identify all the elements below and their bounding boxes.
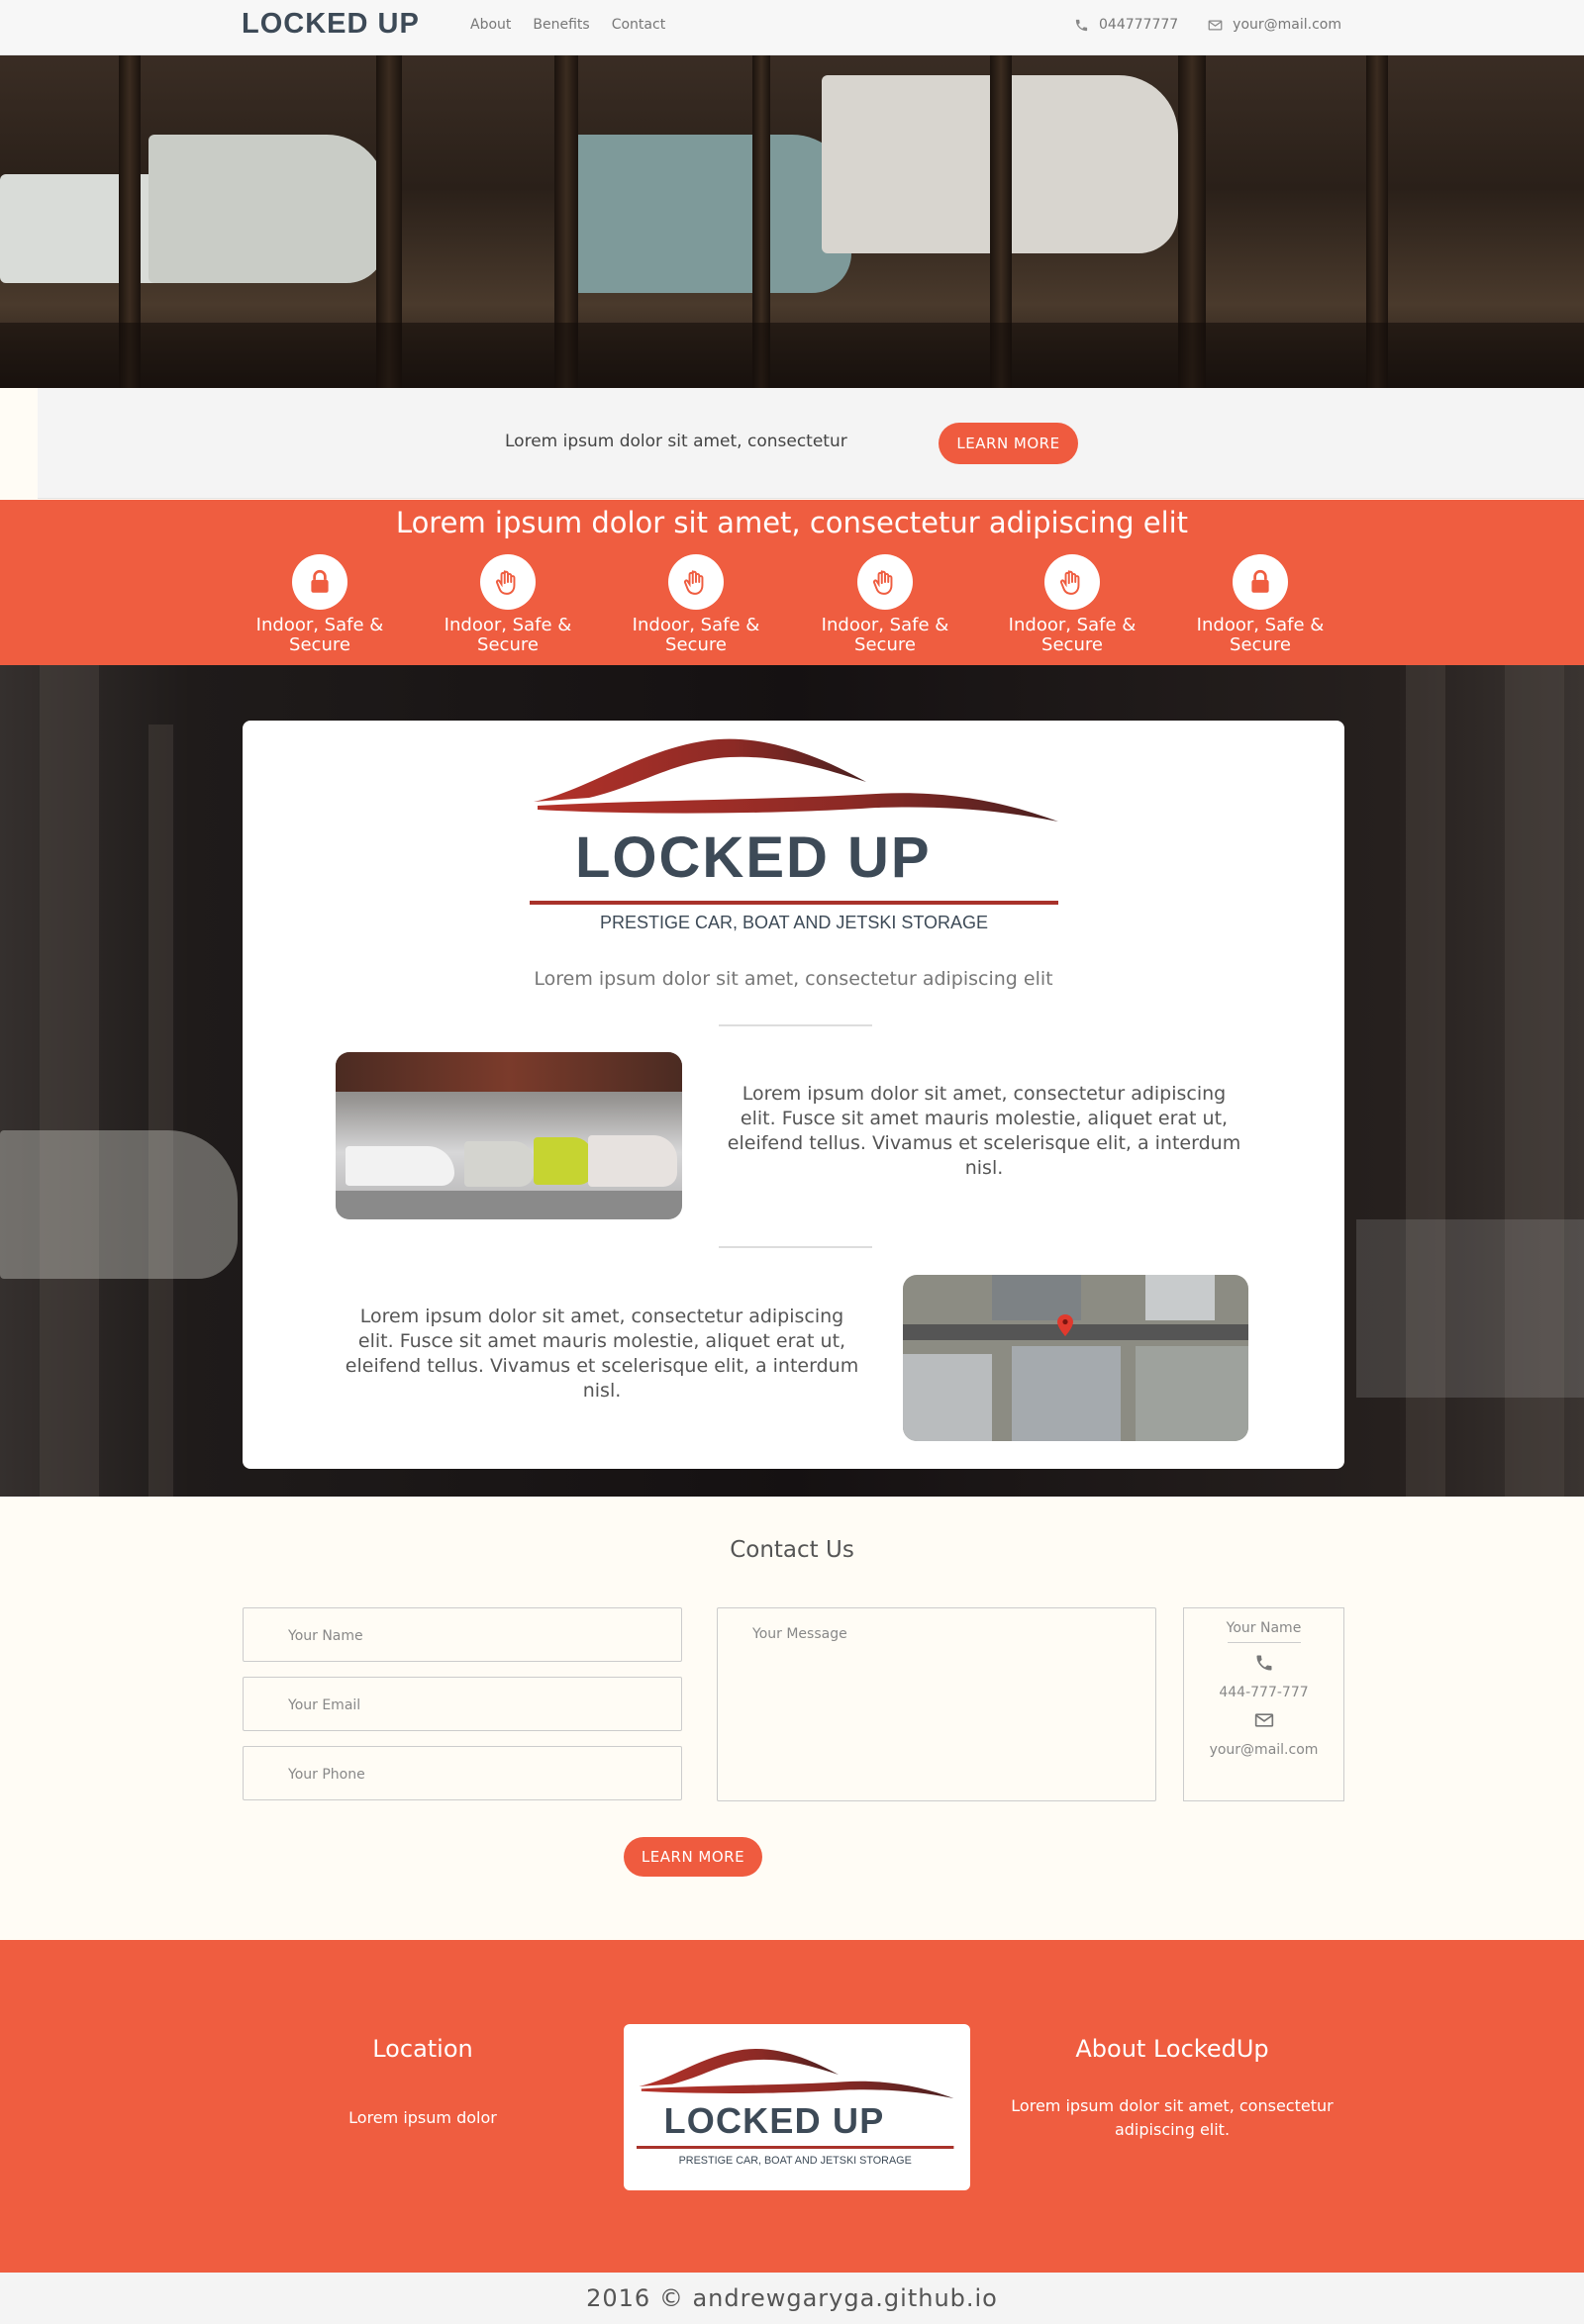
- hand-icon: [683, 570, 704, 595]
- feature-label-line2: Secure: [665, 634, 727, 655]
- nav-phone-text: 044777777: [1099, 17, 1179, 33]
- feature-item: Indoor, Safe & Secure: [811, 554, 959, 655]
- storage-warehouse-photo: [336, 1052, 682, 1219]
- feature-item: Indoor, Safe & Secure: [246, 554, 394, 655]
- learn-more-button[interactable]: LEARN MORE: [939, 423, 1078, 464]
- cta-text: Lorem ipsum dolor sit amet, consectetur: [505, 432, 847, 451]
- feature-item: Indoor, Safe & Secure: [434, 554, 582, 655]
- hand-icon: [495, 570, 516, 595]
- footer-logo-tagline: PRESTIGE CAR, BOAT AND JETSKI STORAGE: [679, 2155, 912, 2167]
- nav-logo[interactable]: LOCKED UP: [242, 8, 420, 41]
- footer-locked-up-logo: LOCKED UP PRESTIGE CAR, BOAT AND JETSKI …: [637, 2048, 954, 2167]
- feature-label-line2: Secure: [289, 634, 350, 655]
- contact-info-card: Your Name 444-777-777 your@mail.com: [1183, 1607, 1344, 1801]
- feature-item: Indoor, Safe & Secure: [1186, 554, 1335, 655]
- feature-label-line1: Indoor, Safe &: [1008, 615, 1137, 635]
- feature-item: Indoor, Safe & Secure: [998, 554, 1146, 655]
- nav-link-contact[interactable]: Contact: [612, 17, 665, 33]
- feature-label-line2: Secure: [477, 634, 539, 655]
- hero-image: [0, 55, 1584, 388]
- feature-label-line2: Secure: [1230, 634, 1291, 655]
- card-name: Your Name: [1226, 1620, 1302, 1636]
- features-title: Lorem ipsum dolor sit amet, consectetur …: [395, 506, 1189, 539]
- lock-icon: [311, 569, 329, 593]
- phone-icon: [1256, 1655, 1271, 1671]
- lock-icon: [1251, 569, 1269, 593]
- footer-location-title: Location: [372, 2035, 473, 2063]
- divider: [719, 1024, 872, 1026]
- feature-item: Indoor, Safe & Secure: [622, 554, 770, 655]
- location-map-image[interactable]: [903, 1275, 1248, 1441]
- name-field[interactable]: Your Name: [243, 1607, 682, 1662]
- footer-about-text: Lorem ipsum dolor sit amet, consectetur …: [1011, 2096, 1334, 2139]
- showcase-paragraph-2: Lorem ipsum dolor sit amet, consectetur …: [345, 1306, 859, 1402]
- nav-email[interactable]: your@mail.com: [1208, 17, 1341, 33]
- footer-logo-title: LOCKED UP: [664, 2100, 885, 2141]
- showcase-paragraph-1: Lorem ipsum dolor sit amet, consectetur …: [727, 1083, 1241, 1179]
- copyright-bar: 2016 © andrewgaryga.github.io: [0, 2273, 1584, 2324]
- nav-links: About Benefits Contact: [470, 17, 665, 33]
- hand-icon: [1059, 570, 1080, 595]
- nav-phone[interactable]: 044777777: [1074, 17, 1178, 33]
- phone-icon: [1075, 19, 1088, 31]
- feature-label-line1: Indoor, Safe &: [444, 615, 572, 635]
- email-field[interactable]: Your Email: [243, 1677, 682, 1731]
- logo-title: LOCKED UP: [575, 825, 932, 890]
- footer-about-title: About LockedUp: [1075, 2035, 1269, 2063]
- nav-contact-info: 044777777 your@mail.com: [1074, 17, 1341, 33]
- phone-field[interactable]: Your Phone: [243, 1746, 682, 1800]
- contact-submit-button[interactable]: LEARN MORE: [624, 1837, 762, 1877]
- nav-link-benefits[interactable]: Benefits: [533, 17, 589, 33]
- contact-title: Contact Us: [730, 1537, 854, 1563]
- map-pin-icon: [1057, 1314, 1073, 1336]
- feature-label-line1: Indoor, Safe &: [821, 615, 949, 635]
- cta-left-gap: [0, 388, 38, 499]
- feature-label-line1: Indoor, Safe &: [1196, 615, 1325, 635]
- nav-email-text: your@mail.com: [1233, 17, 1341, 33]
- feature-label-line1: Indoor, Safe &: [255, 615, 384, 635]
- divider: [719, 1246, 872, 1248]
- hand-icon: [872, 570, 893, 595]
- showcase-subtitle: Lorem ipsum dolor sit amet, consectetur …: [534, 968, 1053, 990]
- card-phone[interactable]: 444-777-777: [1184, 1685, 1343, 1700]
- feature-label-line2: Secure: [1041, 634, 1103, 655]
- card-email[interactable]: your@mail.com: [1184, 1742, 1343, 1758]
- top-navbar: [0, 0, 1584, 55]
- feature-label-line2: Secure: [854, 634, 916, 655]
- message-field[interactable]: Your Message: [717, 1607, 1156, 1801]
- locked-up-logo: LOCKED UP PRESTIGE CAR, BOAT AND JETSKI …: [530, 738, 1058, 932]
- nav-link-about[interactable]: About: [470, 17, 511, 33]
- feature-label-line1: Indoor, Safe &: [632, 615, 760, 635]
- envelope-icon: [1208, 20, 1223, 30]
- logo-tagline: PRESTIGE CAR, BOAT AND JETSKI STORAGE: [600, 913, 988, 932]
- footer-location-text: Lorem ipsum dolor: [348, 2108, 497, 2127]
- envelope-icon: [1254, 1713, 1273, 1727]
